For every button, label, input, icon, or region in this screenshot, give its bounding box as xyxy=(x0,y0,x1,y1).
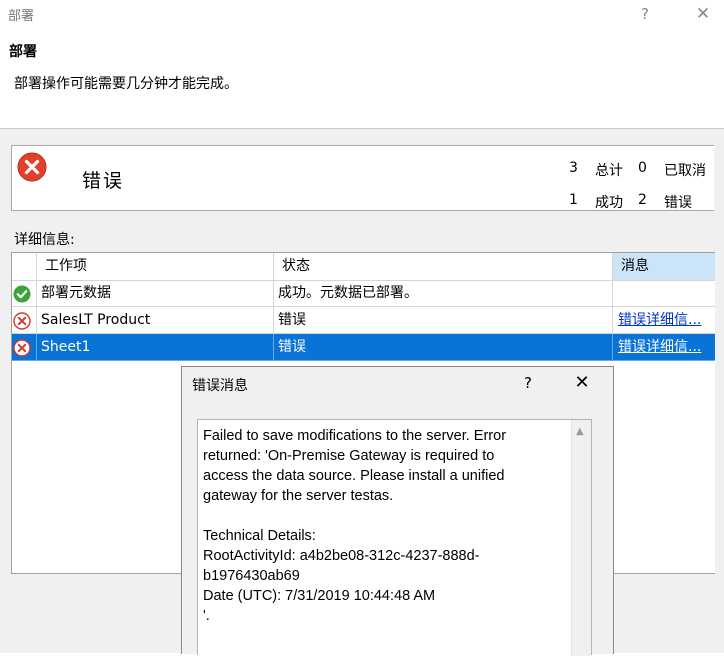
cell-status: 错误 xyxy=(274,334,613,361)
cell-message xyxy=(613,280,715,307)
error-icon xyxy=(17,152,47,182)
deploy-header: 部署 部署操作可能需要几分钟才能完成。 xyxy=(0,30,724,129)
grid-header-icon xyxy=(12,253,37,280)
error-message-text: Failed to save modifications to the serv… xyxy=(203,428,507,624)
page-title: 部署 xyxy=(9,44,37,60)
success-label: 成功 xyxy=(595,195,623,211)
page-description: 部署操作可能需要几分钟才能完成。 xyxy=(14,76,238,92)
table-row[interactable]: SalesLT Product 错误 错误详细信... xyxy=(12,307,715,334)
scroll-up-icon[interactable]: ▲ xyxy=(576,426,584,437)
summary-panel: 错误 3 总计 0 已取消 1 成功 2 错误 xyxy=(11,145,714,211)
close-button[interactable]: ✕ xyxy=(693,4,713,24)
grid-header: 工作项 状态 消息 xyxy=(12,253,715,281)
column-header-message[interactable]: 消息 xyxy=(613,253,715,280)
table-row[interactable]: 部署元数据 成功。元数据已部署。 xyxy=(12,280,715,307)
total-label: 总计 xyxy=(595,163,623,179)
cancelled-label: 已取消 xyxy=(664,163,706,179)
help-button[interactable]: ? xyxy=(635,4,655,24)
vertical-scrollbar[interactable]: ▲ xyxy=(571,420,591,656)
error-message-dialog: 错误消息 ? ✕ Failed to save modifications to… xyxy=(181,366,614,656)
error-icon xyxy=(13,339,31,357)
cell-status: 成功。元数据已部署。 xyxy=(274,280,613,307)
dialog-close-button[interactable]: ✕ xyxy=(572,372,592,393)
window-titlebar: 部署 ? ✕ xyxy=(0,0,724,30)
cell-work-item: Sheet1 xyxy=(37,334,274,361)
status-label: 错误 xyxy=(82,170,125,192)
cell-work-item: 部署元数据 xyxy=(37,280,274,307)
success-icon xyxy=(13,285,31,303)
error-count: 2 xyxy=(638,192,647,208)
error-details-link[interactable]: 错误详细信... xyxy=(618,312,701,328)
cell-status: 错误 xyxy=(274,307,613,334)
dialog-help-button[interactable]: ? xyxy=(518,374,538,392)
error-details-link[interactable]: 错误详细信... xyxy=(618,339,701,355)
dialog-title: 错误消息 xyxy=(192,378,248,394)
window-title: 部署 xyxy=(8,9,35,24)
error-message-textbox[interactable]: Failed to save modifications to the serv… xyxy=(197,419,592,656)
column-header-work-item[interactable]: 工作项 xyxy=(37,253,274,280)
cell-work-item: SalesLT Product xyxy=(37,307,274,334)
table-row-selected[interactable]: Sheet1 错误 错误详细信... xyxy=(12,334,715,361)
error-label: 错误 xyxy=(664,195,692,211)
success-count: 1 xyxy=(569,192,578,208)
details-label: 详细信息: xyxy=(14,232,75,248)
error-icon xyxy=(13,312,31,330)
cancelled-count: 0 xyxy=(638,160,647,176)
column-header-status[interactable]: 状态 xyxy=(274,253,613,280)
total-count: 3 xyxy=(569,160,578,176)
